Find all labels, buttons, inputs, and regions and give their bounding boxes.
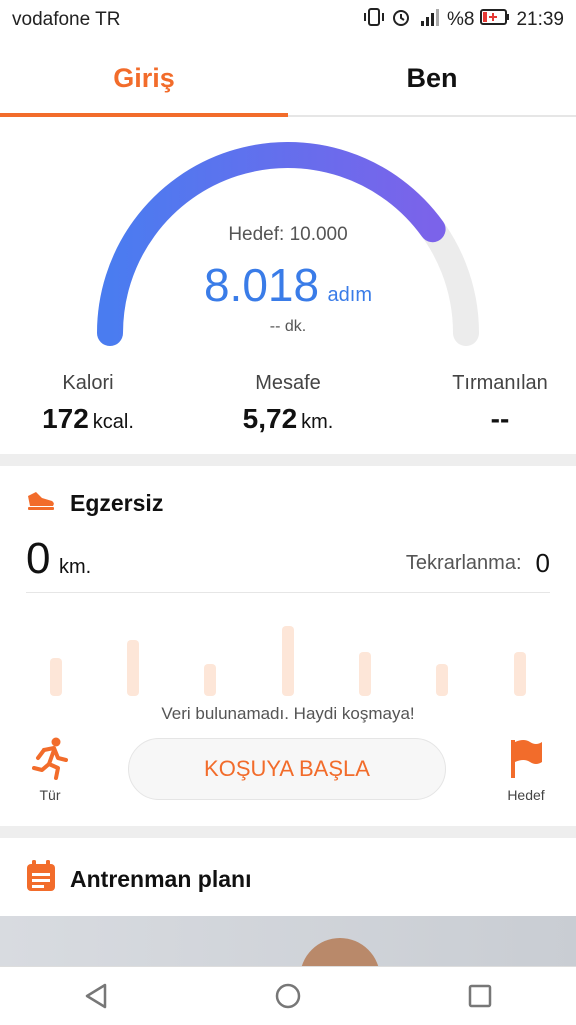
tab-giris[interactable]: Giriş <box>0 40 288 116</box>
exercise-header[interactable]: Egzersiz <box>26 488 163 518</box>
stat-distance: Mesafe 5,72 km. <box>218 372 358 435</box>
back-triangle-icon <box>85 983 107 1009</box>
stat-climb-label: Tırmanılan <box>452 372 548 394</box>
shoe-icon <box>26 488 56 518</box>
stat-climb: Tırmanılan -- <box>430 372 570 435</box>
top-tabs: Giriş Ben <box>0 40 576 116</box>
exercise-bar-chart <box>26 592 550 702</box>
stat-calories-value: 172 <box>42 403 89 434</box>
carrier-name: vodafone TR <box>12 9 121 30</box>
step-goal: Hedef: 10.000 <box>228 224 348 245</box>
repeat-row: Tekrarlanma: 0 <box>406 548 550 579</box>
step-count-row: 8.018 adım <box>0 258 576 312</box>
tab-divider <box>288 115 576 117</box>
recents-button[interactable] <box>450 967 510 1025</box>
chart-bar <box>359 652 371 696</box>
battery-percent: %8 <box>446 9 475 30</box>
home-circle-icon <box>275 983 301 1009</box>
chart-bar <box>282 626 294 696</box>
stat-calories-label: Kalori <box>62 372 114 394</box>
exercise-type-button[interactable]: Tür <box>18 736 82 803</box>
step-unit: adım <box>327 284 373 306</box>
vibrate-icon <box>363 7 385 33</box>
alarm-icon <box>391 7 411 33</box>
chart-bar <box>514 652 526 696</box>
signal-icon <box>417 7 441 33</box>
repeat-label: Tekrarlanma: <box>405 552 522 574</box>
exercise-title: Egzersiz <box>70 489 164 516</box>
no-data-message: Veri bulunamadı. Haydi koşmaya! <box>161 704 415 723</box>
stat-calories: Kalori 172 kcal. <box>18 372 158 435</box>
recents-square-icon <box>468 984 492 1008</box>
training-plan-header[interactable]: Antrenman planı <box>26 860 251 898</box>
banner-person-image <box>300 938 380 966</box>
step-gauge[interactable]: Hedef: 10.000 8.018 adım -- dk. <box>0 120 576 360</box>
clock: 21:39 <box>516 9 564 30</box>
daily-stats: Kalori 172 kcal. Mesafe 5,72 km. Tırmanıla… <box>0 372 576 452</box>
section-divider <box>0 826 576 838</box>
stat-climb-value: -- <box>490 403 510 434</box>
running-person-icon <box>18 736 82 783</box>
chart-bar <box>127 640 139 696</box>
system-nav-bar <box>0 966 576 1025</box>
flag-icon <box>494 736 558 783</box>
chart-bar <box>50 658 62 696</box>
step-duration: -- dk. <box>269 318 307 335</box>
exercise-distance-value: 0 <box>26 534 51 583</box>
stat-distance-value: 5,72 <box>242 403 298 434</box>
training-plan-title: Antrenman planı <box>70 865 252 892</box>
exercise-distance-unit: km. <box>58 556 92 578</box>
chart-bar <box>436 664 448 696</box>
status-icons: %8 21:39 <box>363 7 564 33</box>
exercise-type-label: Tür <box>39 787 61 803</box>
home-button[interactable] <box>258 967 318 1025</box>
exercise-goal-button[interactable]: Hedef <box>494 736 558 803</box>
exercise-distance: 0 km. <box>26 534 91 584</box>
training-plan-banner[interactable] <box>0 916 576 966</box>
tab-ben[interactable]: Ben <box>288 40 576 116</box>
chart-bar <box>204 664 216 696</box>
repeat-value: 0 <box>535 548 550 578</box>
section-divider <box>0 454 576 466</box>
start-run-button[interactable]: KOŞUYA BAŞLA <box>128 738 446 800</box>
stat-calories-unit: kcal. <box>92 411 134 433</box>
stat-distance-label: Mesafe <box>255 372 321 394</box>
battery-icon <box>480 8 510 32</box>
calendar-icon <box>26 860 56 898</box>
stat-distance-unit: km. <box>301 411 334 433</box>
back-button[interactable] <box>66 967 126 1025</box>
status-bar: vodafone TR %8 21:39 <box>0 0 576 40</box>
active-tab-indicator <box>0 113 288 117</box>
step-count: 8.018 <box>203 259 320 311</box>
exercise-goal-label: Hedef <box>507 787 545 803</box>
